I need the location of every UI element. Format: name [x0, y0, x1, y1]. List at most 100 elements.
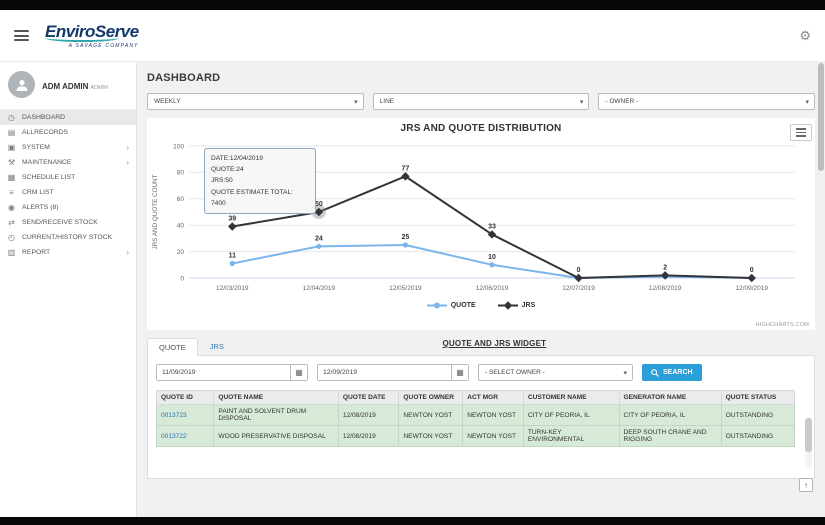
sidebar-item-maintenance[interactable]: ⚒ MAINTENANCE ›	[0, 155, 136, 170]
legend-item-jrs[interactable]: JRS	[497, 301, 536, 310]
chart-legend: QUOTE JRS	[147, 301, 815, 310]
table-cell: WOOD PRESERVATIVE DISPOSAL	[213, 425, 339, 447]
sidebar-item-label: MAINTENANCE	[22, 159, 72, 166]
svg-text:33: 33	[488, 223, 496, 230]
quote-table-wrap: QUOTE ID QUOTE NAME QUOTE DATE QUOTE OWNER A…	[155, 390, 796, 447]
avatar	[8, 71, 35, 98]
table-scrollbar-thumb[interactable]	[805, 418, 812, 452]
svg-text:12/03/2019: 12/03/2019	[216, 285, 249, 292]
brand-subtitle: A SAVAGE COMPANY	[68, 42, 139, 49]
column-header: QUOTE ID	[155, 390, 215, 405]
bell-icon: ◉	[8, 203, 15, 212]
legend-label: QUOTE	[450, 302, 476, 309]
svg-text:0: 0	[180, 275, 184, 282]
legend-marker-icon	[497, 301, 518, 310]
table-cell: 12/08/2019	[337, 404, 400, 426]
column-header: GENERATOR NAME	[618, 390, 722, 405]
svg-text:80: 80	[177, 170, 185, 177]
legend-label: JRS	[521, 302, 536, 309]
column-header: QUOTE STATUS	[720, 390, 796, 405]
svg-text:77: 77	[402, 165, 410, 172]
sidebar-item-dashboard[interactable]: ◷ DASHBOARD	[0, 110, 136, 125]
quote-id-link[interactable]: 0013723	[155, 404, 215, 426]
chevron-down-icon: ▾	[579, 98, 584, 106]
tab-jrs[interactable]: JRS	[198, 337, 236, 355]
table-row: 0013722 WOOD PRESERVATIVE DISPOSAL 12/08/2…	[155, 425, 796, 447]
sidebar-item-label: ALLRECORDS	[22, 129, 69, 136]
chevron-down-icon: ▾	[354, 98, 358, 106]
scroll-to-top-button[interactable]: ↑	[799, 478, 813, 492]
svg-text:60: 60	[177, 196, 185, 203]
send-receive-icon: ⇄	[8, 218, 15, 227]
brand-logo: EnviroServe A SAVAGE COMPANY	[45, 23, 139, 49]
select-owner-dropdown[interactable]: - SELECT OWNER - ▾	[478, 364, 633, 381]
chevron-down-icon: ▾	[805, 98, 810, 106]
tooltip-estimate: QUOTE ESTIMATE TOTAL: 7400	[211, 188, 293, 207]
column-header: CUSTOMER NAME	[522, 390, 620, 405]
calendar-icon[interactable]: ▦	[451, 365, 468, 380]
column-header: ACT MGR	[462, 390, 524, 405]
table-cell: OUTSTANDING	[720, 404, 796, 426]
sidebar-nav: ◷ DASHBOARD ▤ ALLRECORDS ▣ SYSTEM › ⚒ MAINTENANC…	[0, 110, 136, 260]
list-icon: ≡	[9, 188, 14, 197]
search-button[interactable]: SEARCH	[642, 364, 702, 381]
table-cell: NEWTON YOST	[462, 425, 524, 447]
person-icon	[16, 79, 27, 91]
sidebar-item-system[interactable]: ▣ SYSTEM ›	[0, 140, 136, 155]
table-cell: NEWTON YOST	[398, 425, 464, 447]
search-icon	[651, 368, 659, 377]
sidebar-item-send-receive-stock[interactable]: ⇄ SEND/RECEIVE STOCK	[0, 215, 136, 230]
chart-export-menu-button[interactable]	[790, 124, 812, 141]
sidebar-item-current-history-stock[interactable]: ◴ CURRENT/HISTORY STOCK	[0, 230, 136, 245]
app-body: ADM ADMIN ADMIN ◷ DASHBOARD ▤ ALLRECORDS ▣ SYS…	[0, 62, 825, 517]
user-profile: ADM ADMIN ADMIN	[0, 62, 136, 110]
tooltip-jrs: JRS:50	[211, 177, 233, 185]
tab-quote[interactable]: QUOTE	[147, 338, 198, 356]
svg-text:12/05/2019: 12/05/2019	[389, 285, 422, 292]
column-header: QUOTE DATE	[337, 390, 400, 405]
period-select[interactable]: WEEKLY ▾	[147, 93, 364, 110]
date-to-group: ▦	[317, 364, 469, 381]
sidebar-item-report[interactable]: ▥ REPORT ›	[0, 245, 136, 260]
widget-tabbar: QUOTE JRS QUOTE AND JRS WIDGET	[147, 335, 815, 356]
dashboard-icon: ◷	[8, 113, 15, 122]
chevron-down-icon: ▾	[623, 369, 627, 377]
quote-jrs-widget: QUOTE JRS QUOTE AND JRS WIDGET ▦ ▦	[147, 335, 815, 479]
user-role: ADMIN	[90, 84, 109, 91]
page-scrollbar[interactable]	[817, 62, 825, 517]
settings-gear-icon[interactable]: ⚙	[799, 28, 811, 44]
quote-id-link[interactable]: 0013722	[155, 425, 215, 447]
calendar-icon[interactable]: ▦	[290, 365, 307, 380]
sidebar-item-label: CURRENT/HISTORY STOCK	[22, 234, 113, 241]
column-header: QUOTE NAME	[213, 390, 339, 405]
table-cell: CITY OF PEORIA, IL	[522, 404, 620, 426]
table-header-row: QUOTE ID QUOTE NAME QUOTE DATE QUOTE OWNER A…	[155, 390, 796, 405]
sidebar-item-label: SEND/RECEIVE STOCK	[22, 219, 98, 226]
table-scrollbar[interactable]	[805, 418, 812, 468]
date-from-input[interactable]	[157, 365, 290, 380]
date-to-input[interactable]	[318, 365, 451, 380]
sidebar-item-allrecords[interactable]: ▤ ALLRECORDS	[0, 125, 136, 140]
menu-toggle-icon[interactable]	[14, 30, 29, 41]
owner-filter-select[interactable]: - OWNER - ▾	[598, 93, 816, 110]
sidebar-item-crm-list[interactable]: ≡ CRM LIST	[0, 185, 136, 200]
table-cell: DEEP SOUTH CRANE AND RIGGING	[618, 425, 722, 447]
svg-text:24: 24	[315, 235, 323, 242]
svg-text:50: 50	[315, 201, 323, 208]
svg-text:40: 40	[177, 223, 185, 230]
system-icon: ▣	[7, 143, 16, 152]
svg-text:12/08/2019: 12/08/2019	[649, 285, 682, 292]
page-scrollbar-thumb[interactable]	[818, 63, 824, 171]
sidebar-item-label: SYSTEM	[22, 144, 50, 151]
legend-item-quote[interactable]: QUOTE	[426, 301, 476, 310]
sidebar-item-alerts-8[interactable]: ◉ ALERTS (8)	[0, 200, 136, 215]
select-owner-value: - SELECT OWNER -	[485, 369, 545, 376]
chart-type-select[interactable]: LINE ▾	[372, 93, 590, 110]
sidebar-item-label: SCHEDULE LIST	[22, 174, 76, 181]
svg-text:JRS AND QUOTE COUNT: JRS AND QUOTE COUNT	[152, 174, 159, 249]
table-cell: NEWTON YOST	[462, 404, 524, 426]
sidebar-item-schedule-list[interactable]: ▦ SCHEDULE LIST	[0, 170, 136, 185]
chart-tooltip: DATE:12/04/2019 QUOTE:24 JRS:50 QUOTE ES…	[204, 148, 316, 215]
table-cell: TURN-KEY ENVIRONMENTAL	[522, 425, 620, 447]
chevron-right-icon: ›	[126, 248, 129, 257]
